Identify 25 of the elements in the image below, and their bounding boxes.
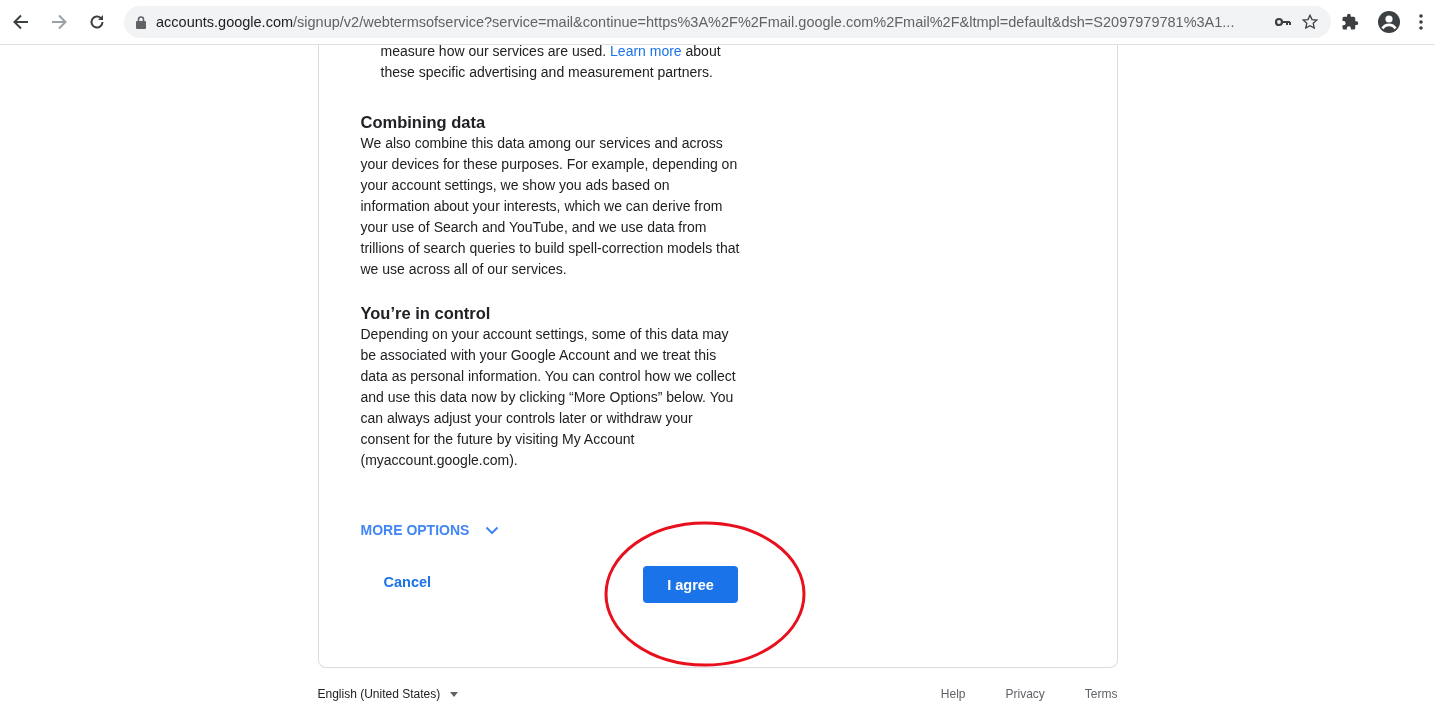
footer-link[interactable]: Help bbox=[940, 687, 966, 701]
footer-link[interactable]: Terms bbox=[1084, 687, 1118, 701]
account-avatar-icon[interactable] bbox=[1377, 10, 1401, 34]
star-icon[interactable] bbox=[1301, 13, 1319, 31]
puzzle-piece-icon[interactable] bbox=[1341, 13, 1359, 31]
footer-link[interactable]: Privacy bbox=[1005, 687, 1045, 701]
address-bar[interactable]: accounts.google.com/signup/v2/webtermsofservice?service=mail&continue=https%3A%2F%2Fmail.google.com%2Fmail%2F&ltmpl=default&dsh=S2097979781%3A1... bbox=[124, 6, 1331, 38]
section-heading: You’re in control bbox=[360, 303, 492, 324]
chevron-icon bbox=[485, 525, 500, 535]
agree-button[interactable]: I agree bbox=[643, 566, 739, 603]
more-options-button[interactable]: MORE OPTIONS bbox=[360, 522, 500, 538]
intro-paragraph: measure how our services are used. Learn more about these specific advertising and measurement partners. bbox=[379, 42, 722, 82]
section-paragraph: Depending on your account settings, some of this data may be associated with your Google Account and we treat this data as personal information. You can control how we collect and use this data now by clicking “More Options” below. You can always adjust your controls later or withdraw your consent for the future by visiting My Account (myaccount.google.com). bbox=[360, 325, 737, 470]
learn-more-link[interactable]: Learn more bbox=[610, 43, 682, 59]
lock-icon bbox=[136, 15, 146, 29]
dropdown-caret-icon bbox=[450, 691, 459, 697]
key-icon[interactable] bbox=[1275, 17, 1291, 27]
cancel-button[interactable]: Cancel bbox=[383, 565, 432, 598]
forward-arrow-icon[interactable] bbox=[50, 13, 68, 31]
more-menu-icon[interactable] bbox=[1419, 14, 1423, 30]
language-selector[interactable]: English (United States) bbox=[317, 687, 459, 701]
section-heading: Combining data bbox=[360, 112, 487, 133]
back-arrow-icon[interactable] bbox=[12, 13, 30, 31]
reload-icon[interactable] bbox=[88, 13, 106, 31]
section-paragraph: We also combine this data among our services and across your devices for these purposes. For example, depending on your account settings, we show you ads based on information about your interests, which we can derive from your use of Search and YouTube, and we use data from trillions of search queries to build spell-correction models that we use across all of our services. bbox=[360, 134, 741, 279]
